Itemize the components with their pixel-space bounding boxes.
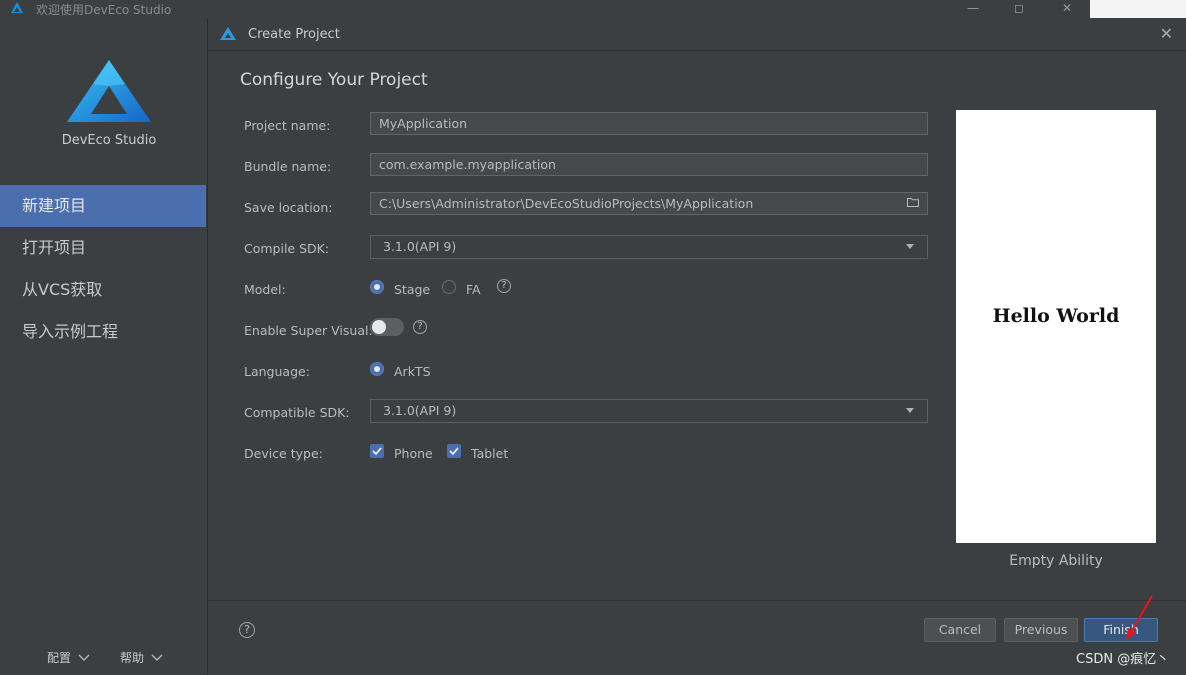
project-name-value: MyApplication	[379, 116, 468, 131]
checkmark-icon	[372, 447, 382, 456]
compatible-sdk-value: 3.1.0(API 9)	[383, 403, 457, 418]
super-visual-label: Enable Super Visual:	[244, 323, 373, 338]
device-tablet-checkbox[interactable]	[447, 444, 461, 458]
minimize-icon[interactable]: —	[950, 0, 996, 18]
model-fa-radio[interactable]	[442, 280, 456, 294]
deveco-brand-logo-icon	[67, 60, 151, 122]
super-visual-toggle[interactable]	[370, 318, 404, 336]
sidebar-item-new-project[interactable]: 新建项目	[0, 185, 206, 227]
compatible-sdk-select[interactable]: 3.1.0(API 9)	[370, 399, 928, 423]
bundle-name-label: Bundle name:	[244, 159, 332, 174]
compile-sdk-value: 3.1.0(API 9)	[383, 239, 457, 254]
save-location-value: C:\Users\Administrator\DevEcoStudioProje…	[379, 196, 754, 211]
sidebar-item-import-sample[interactable]: 导入示例工程	[0, 311, 206, 353]
model-label: Model:	[244, 282, 286, 297]
deveco-logo-icon	[11, 2, 23, 13]
compile-sdk-label: Compile SDK:	[244, 241, 330, 256]
annotation-arrow-icon	[1126, 595, 1153, 640]
folder-icon[interactable]	[907, 197, 919, 207]
create-project-dialog: Create Project ✕ Configure Your Project …	[207, 18, 1186, 675]
model-help-icon[interactable]: ?	[497, 279, 511, 293]
page-title: Configure Your Project	[240, 70, 428, 90]
dialog-title: Create Project	[248, 27, 340, 42]
bundle-name-value: com.example.myapplication	[379, 157, 556, 172]
model-stage-radio[interactable]	[370, 280, 384, 294]
model-fa-label: FA	[466, 282, 481, 297]
bundle-name-input[interactable]: com.example.myapplication	[370, 153, 928, 176]
language-arkts-label: ArkTS	[394, 364, 431, 379]
compile-sdk-select[interactable]: 3.1.0(API 9)	[370, 235, 928, 259]
help-label: 帮助	[120, 651, 145, 665]
dropdown-arrow-icon	[906, 408, 914, 413]
device-type-label: Device type:	[244, 446, 323, 461]
compatible-sdk-label: Compatible SDK:	[244, 405, 350, 420]
device-tablet-label: Tablet	[471, 446, 509, 461]
close-window-icon[interactable]: ✕	[1044, 0, 1090, 18]
super-visual-help-icon[interactable]: ?	[413, 320, 427, 334]
maximize-icon[interactable]: ◻	[996, 0, 1042, 18]
help-menu[interactable]: 帮助	[120, 649, 163, 666]
cancel-button[interactable]: Cancel	[924, 618, 996, 642]
brand-name: DevEco Studio	[61, 133, 157, 148]
preview-hello-world: Hello World	[992, 305, 1120, 327]
welcome-sidebar: DevEco Studio 新建项目 打开项目 从VCS获取 导入示例工程 配置…	[0, 18, 206, 674]
model-stage-label: Stage	[394, 282, 431, 297]
project-name-input[interactable]: MyApplication	[370, 112, 928, 135]
dialog-help-icon[interactable]: ?	[239, 622, 255, 638]
deveco-logo-icon	[220, 27, 236, 40]
close-icon[interactable]: ✕	[1160, 24, 1173, 43]
dropdown-arrow-icon	[906, 244, 914, 249]
checkmark-icon	[449, 447, 459, 456]
save-location-input[interactable]: C:\Users\Administrator\DevEcoStudioProje…	[370, 192, 928, 215]
window-title: 欢迎使用DevEco Studio	[36, 3, 172, 17]
chevron-down-icon	[78, 654, 90, 661]
dialog-titlebar: Create Project ✕	[208, 18, 1186, 51]
device-phone-label: Phone	[394, 446, 433, 461]
config-menu[interactable]: 配置	[47, 649, 90, 666]
preview-caption: Empty Ability	[1009, 553, 1103, 569]
window-titlebar: 欢迎使用DevEco Studio	[0, 0, 1090, 18]
language-label: Language:	[244, 364, 310, 379]
toggle-knob	[372, 320, 386, 334]
sidebar-item-get-from-vcs[interactable]: 从VCS获取	[0, 269, 206, 311]
background-window-edge	[1090, 0, 1186, 18]
device-phone-checkbox[interactable]	[370, 444, 384, 458]
save-location-label: Save location:	[244, 200, 333, 215]
language-arkts-radio[interactable]	[370, 362, 384, 376]
template-preview: Hello World	[956, 110, 1156, 543]
sidebar-item-open-project[interactable]: 打开项目	[0, 227, 206, 269]
project-name-label: Project name:	[244, 118, 331, 133]
chevron-down-icon	[151, 654, 163, 661]
config-label: 配置	[47, 651, 72, 665]
dialog-button-bar: ? Cancel Previous Finish	[208, 600, 1186, 675]
watermark: CSDN @痕忆丶	[1076, 652, 1170, 667]
previous-button[interactable]: Previous	[1004, 618, 1078, 642]
